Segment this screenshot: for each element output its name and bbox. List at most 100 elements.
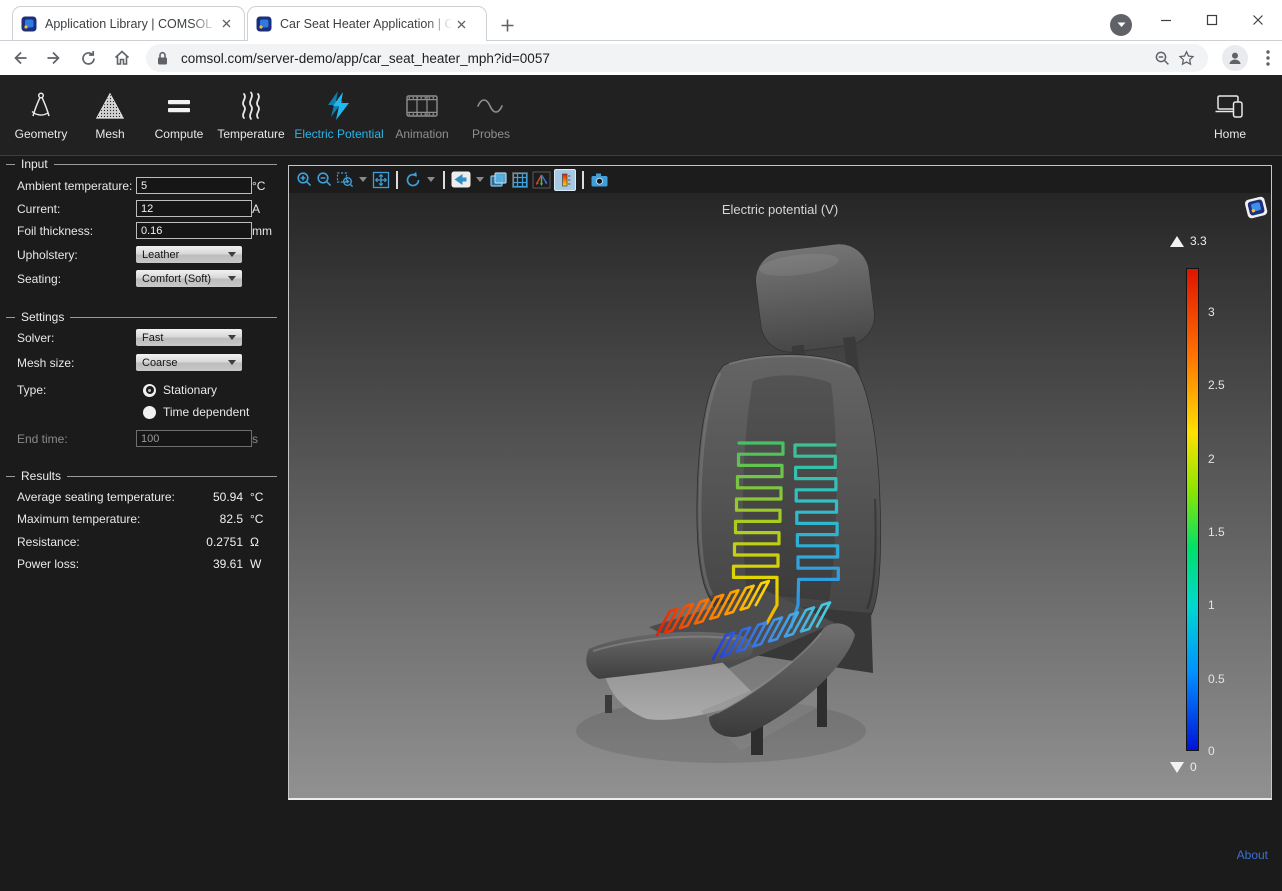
profile-avatar[interactable] <box>1222 45 1248 71</box>
foil-thickness-field[interactable] <box>136 222 252 239</box>
mesh-size-dropdown[interactable]: Coarse <box>136 354 242 371</box>
colorbar-tick: 0 <box>1208 744 1248 758</box>
home-button[interactable] <box>108 44 136 72</box>
home-icon <box>113 49 131 67</box>
reload-button[interactable] <box>74 44 102 72</box>
axes-orientation-button[interactable] <box>532 170 551 190</box>
window-minimize-button[interactable] <box>1151 8 1181 32</box>
colorbar-max-label: 3.3 <box>1190 234 1207 248</box>
ambient-temperature-field[interactable] <box>136 177 252 194</box>
graphics-toolbar <box>289 166 1271 193</box>
back-button[interactable] <box>6 44 34 72</box>
plot-title: Electric potential (V) <box>289 202 1271 217</box>
result-label: Maximum temperature: <box>17 512 140 526</box>
ribbon-label: Mesh <box>95 127 124 141</box>
sine-wave-icon <box>476 88 506 124</box>
browser-tabstrip: Application Library | COMSOL Se Car Seat… <box>0 0 1282 41</box>
chevron-down-icon <box>1117 22 1126 28</box>
seating-dropdown[interactable]: Comfort (Soft) <box>136 270 242 287</box>
browser-tab-application-library[interactable]: Application Library | COMSOL Se <box>12 6 245 40</box>
lock-icon <box>156 51 169 66</box>
chevron-down-icon <box>228 360 236 365</box>
scene-light-button[interactable] <box>451 170 471 190</box>
browser-tab-car-seat-heater[interactable]: Car Seat Heater Application | CO <box>247 6 487 41</box>
lightning-icon <box>326 88 352 124</box>
laptop-phone-icon <box>1215 88 1245 124</box>
ribbon-button-geometry[interactable]: Geometry <box>11 75 71 155</box>
radio-label: Stationary <box>163 383 217 397</box>
bookmark-button[interactable] <box>1174 46 1198 70</box>
scene-light-dropdown[interactable] <box>474 170 486 190</box>
upholstery-dropdown[interactable]: Leather <box>136 246 242 263</box>
zoom-extents-icon <box>372 171 390 189</box>
zoom-out-icon <box>316 171 333 188</box>
toolbar-separator <box>443 171 445 189</box>
equals-icon <box>166 88 192 124</box>
tab-title: Application Library | COMSOL Se <box>45 17 217 31</box>
forward-button[interactable] <box>40 44 68 72</box>
ribbon-button-electric-potential[interactable]: Electric Potential <box>295 75 383 155</box>
comsol-logo[interactable] <box>1242 193 1270 221</box>
current-unit: A <box>252 202 260 216</box>
result-label: Resistance: <box>17 535 80 549</box>
screenshot-button[interactable] <box>590 170 609 190</box>
zoom-out-button[interactable] <box>316 170 333 190</box>
ribbon-button-mesh[interactable]: Mesh <box>81 75 139 155</box>
upholstery-label: Upholstery: <box>17 248 78 262</box>
axes-orientation-icon <box>532 171 551 189</box>
menu-dots-icon <box>1266 50 1270 66</box>
ribbon-label: Temperature <box>217 127 284 141</box>
seating-label: Seating: <box>17 272 61 286</box>
about-link[interactable]: About <box>1237 848 1268 862</box>
solver-dropdown[interactable]: Fast <box>136 329 242 346</box>
seating-value: Comfort (Soft) <box>142 273 211 285</box>
transparency-icon <box>489 171 508 188</box>
zoom-box-button[interactable] <box>336 170 354 190</box>
zoom-in-button[interactable] <box>296 170 313 190</box>
plot-canvas[interactable]: Electric potential (V) <box>289 193 1271 798</box>
rotate-view-button[interactable] <box>404 170 422 190</box>
url-omnibox[interactable] <box>146 44 1208 72</box>
zoom-out-icon <box>1154 50 1171 67</box>
grid-button[interactable] <box>511 170 529 190</box>
new-tab-button[interactable] <box>495 13 519 37</box>
browser-menu-button[interactable] <box>1254 44 1282 72</box>
transparency-button[interactable] <box>489 170 508 190</box>
maximize-icon <box>1206 14 1218 26</box>
colorbar-tick: 2.5 <box>1208 378 1248 392</box>
end-time-field[interactable] <box>136 430 252 447</box>
result-value: 0.2751 <box>150 535 243 549</box>
zoom-box-dropdown[interactable] <box>357 170 369 190</box>
radio-stationary[interactable]: Stationary <box>143 383 217 397</box>
ribbon-label: Geometry <box>15 127 68 141</box>
ribbon-label: Probes <box>472 127 510 141</box>
tab-search-button[interactable] <box>1110 14 1132 36</box>
window-maximize-button[interactable] <box>1197 8 1227 32</box>
plus-icon <box>501 19 514 32</box>
triangle-up-icon <box>1170 236 1184 247</box>
url-input[interactable] <box>179 50 1150 67</box>
color-legend-toggle[interactable] <box>554 169 576 191</box>
radio-time-dependent[interactable]: Time dependent <box>143 405 249 419</box>
current-field[interactable] <box>136 200 252 217</box>
tab-close-icon[interactable] <box>217 15 235 33</box>
triangle-down-icon <box>1170 762 1184 773</box>
rotate-dropdown[interactable] <box>425 170 437 190</box>
window-close-button[interactable] <box>1243 8 1273 32</box>
result-value: 82.5 <box>150 512 243 526</box>
ribbon-button-compute[interactable]: Compute <box>147 75 211 155</box>
section-header-settings: Settings <box>6 310 277 324</box>
ribbon-button-probes[interactable]: Probes <box>461 75 521 155</box>
tab-title: Car Seat Heater Application | CO <box>280 17 452 31</box>
ribbon-label: Animation <box>395 127 448 141</box>
ribbon-button-home[interactable]: Home <box>1199 75 1261 155</box>
ribbon-button-animation[interactable]: Animation <box>389 75 455 155</box>
ribbon-button-temperature[interactable]: Temperature <box>213 75 289 155</box>
zoom-indicator-button[interactable] <box>1150 46 1174 70</box>
section-header-results: Results <box>6 469 277 483</box>
ambient-temperature-unit: °C <box>252 179 265 193</box>
zoom-extents-button[interactable] <box>372 170 390 190</box>
current-label: Current: <box>17 202 60 216</box>
result-value: 50.94 <box>150 490 243 504</box>
tab-close-icon[interactable] <box>452 15 470 33</box>
